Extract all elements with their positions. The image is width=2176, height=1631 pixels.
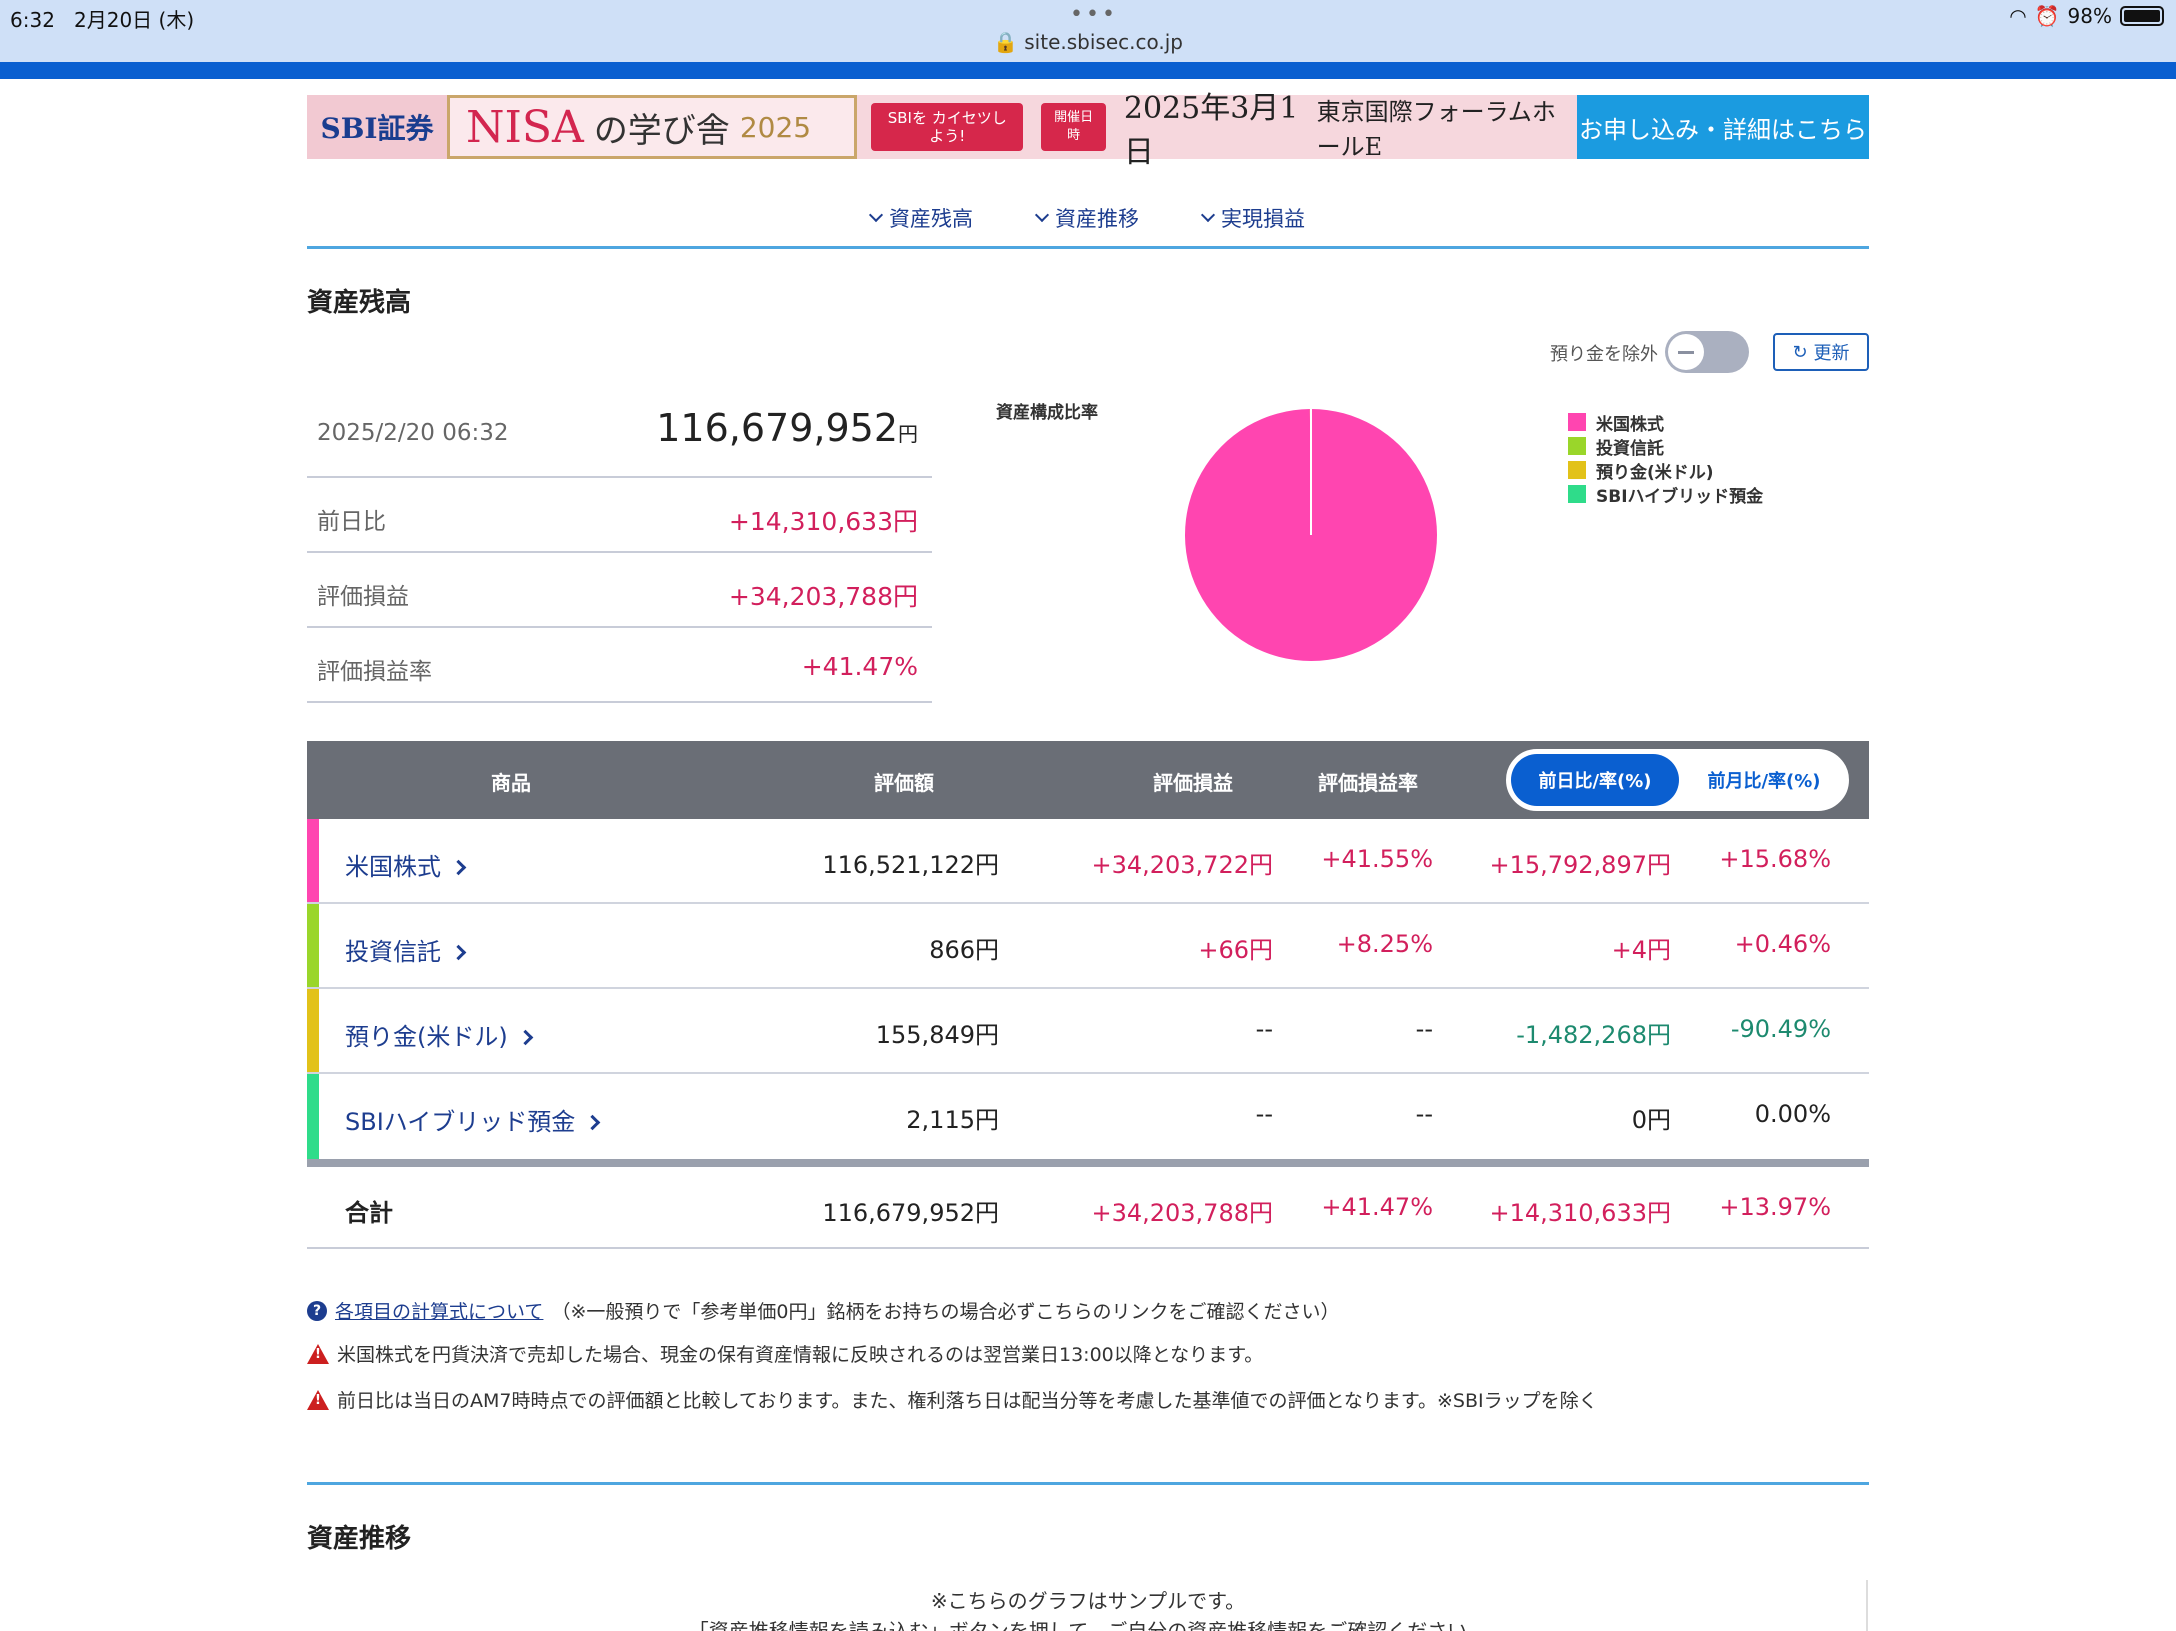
note-warning: 米国株式を円貨決済で売却した場合、現金の保有資産情報に反映されるのは翌営業日13… bbox=[307, 1340, 1263, 1367]
summary-row: 評価損益率 +41.47% bbox=[307, 628, 932, 703]
exclude-deposit-label: 預り金を除外 bbox=[1550, 344, 1658, 365]
chevron-right-icon bbox=[517, 1029, 534, 1046]
chart-border bbox=[1866, 1580, 1868, 1631]
chevron-down-icon bbox=[1200, 207, 1216, 223]
divider bbox=[307, 246, 1869, 249]
note-calc: ? 各項目の計算式について （※一般預りで「参考単価0円」銘柄をお持ちの場合必ず… bbox=[307, 1297, 1339, 1324]
status-right: ◠ ⏰ 98% bbox=[2009, 4, 2164, 28]
nav-asset-balance[interactable]: 資産残高 bbox=[868, 190, 973, 246]
table-total-separator bbox=[307, 1159, 1869, 1167]
chevron-right-icon bbox=[585, 1114, 601, 1131]
refresh-icon: ↻ bbox=[1792, 341, 1808, 363]
banner-date-tag: 開催日時 bbox=[1041, 103, 1106, 151]
summary-total: 116,679,952円 bbox=[656, 406, 918, 450]
table-row: 米国株式 116,521,122円 +34,203,722円 +41.55% +… bbox=[307, 819, 1869, 904]
pie-legend: 米国株式 投資信託 預り金(米ドル) SBIハイブリッド預金 bbox=[1568, 410, 1763, 507]
nisa-banner[interactable]: SBI証券 NISA の学び舎 2025 SBIを カイセツしよう! 開催日時 … bbox=[307, 91, 1869, 170]
legend-item: 投資信託 bbox=[1568, 434, 1763, 459]
tab-month-change[interactable]: 前月比/率(%) bbox=[1684, 754, 1844, 806]
nav-asset-trend[interactable]: 資産推移 bbox=[1034, 190, 1139, 246]
sample-instruction: 「資産推移情報を読み込む」ボタンを押して、ご自分の資産推移情報をご確認ください。 bbox=[688, 1619, 1488, 1631]
banner-venue: 東京国際フォーラムホールE bbox=[1316, 98, 1556, 161]
banner-cta-button[interactable]: お申し込み・詳細はこちら bbox=[1577, 95, 1869, 159]
refresh-button[interactable]: ↻ 更新 bbox=[1773, 333, 1869, 371]
status-time: 6:32 2月20日 (木) bbox=[10, 8, 195, 32]
section-title-balance: 資産残高 bbox=[307, 288, 412, 318]
summary-total-row: 2025/2/20 06:32 116,679,952円 bbox=[307, 400, 932, 478]
legend-item: 米国株式 bbox=[1568, 410, 1763, 435]
chevron-right-icon bbox=[450, 944, 467, 961]
warning-icon bbox=[307, 1389, 329, 1410]
summary-timestamp: 2025/2/20 06:32 bbox=[317, 420, 509, 446]
chevron-down-icon bbox=[868, 207, 884, 223]
alarm-icon: ⏰ bbox=[2034, 4, 2060, 28]
help-icon: ? bbox=[307, 1300, 327, 1321]
section-title-trend: 資産推移 bbox=[307, 1524, 412, 1554]
holding-link[interactable]: 預り金(米ドル) bbox=[345, 1017, 534, 1052]
nav-realized-pl[interactable]: 実現損益 bbox=[1200, 190, 1305, 246]
table-row: 預り金(米ドル) 155,849円 -- -- -1,482,268円 -90.… bbox=[307, 989, 1869, 1074]
holding-link[interactable]: 米国株式 bbox=[345, 847, 467, 882]
chevron-down-icon bbox=[1034, 207, 1050, 223]
address-bar[interactable]: 🔒 site.sbisec.co.jp bbox=[0, 30, 2176, 54]
summary-row: 前日比 +14,310,633円 bbox=[307, 478, 932, 553]
exclude-deposit-toggle[interactable] bbox=[1665, 331, 1749, 373]
battery-icon bbox=[2120, 6, 2164, 26]
banner-nisa: NISA の学び舎 2025 bbox=[447, 95, 857, 159]
summary-row: 評価損益 +34,203,788円 bbox=[307, 553, 932, 628]
tab-day-change[interactable]: 前日比/率(%) bbox=[1511, 754, 1679, 806]
holding-link[interactable]: SBIハイブリッド預金 bbox=[345, 1102, 601, 1137]
calc-formula-link[interactable]: 各項目の計算式について bbox=[335, 1297, 543, 1324]
divider bbox=[307, 1482, 1869, 1485]
note-warning: 前日比は当日のAM7時時点での評価額と比較しております。また、権利落ち日は配当分… bbox=[307, 1386, 1598, 1413]
warning-icon bbox=[307, 1343, 329, 1364]
legend-item: SBIハイブリッド預金 bbox=[1568, 482, 1763, 507]
banner-logo: SBI証券 bbox=[307, 95, 447, 159]
table-row: 投資信託 866円 +66円 +8.25% +4円 +0.46% bbox=[307, 904, 1869, 989]
holdings-table: 商品 評価額 評価損益 評価損益率 前日比/率(%) 前月比/率(%) 米国株式… bbox=[307, 741, 1869, 1249]
banner-date: 2025年3月1日 bbox=[1123, 91, 1299, 170]
table-row: SBIハイブリッド預金 2,115円 -- -- 0円 0.00% bbox=[307, 1074, 1869, 1159]
compare-toggle: 前日比/率(%) 前月比/率(%) bbox=[1506, 749, 1849, 811]
tab-dots-icon[interactable]: ••• bbox=[1070, 2, 1118, 27]
legend-item: 預り金(米ドル) bbox=[1568, 458, 1763, 483]
chevron-right-icon bbox=[450, 859, 467, 876]
battery-percent: 98% bbox=[2067, 4, 2112, 28]
holding-link[interactable]: 投資信託 bbox=[345, 932, 467, 967]
pie-title: 資産構成比率 bbox=[996, 403, 1098, 423]
section-nav: 資産残高 資産推移 実現損益 bbox=[307, 190, 1869, 246]
total-label: 合計 bbox=[345, 1199, 393, 1227]
wifi-icon: ◠ bbox=[2009, 4, 2027, 28]
banner-pill: SBIを カイセツしよう! bbox=[871, 103, 1024, 151]
header-strip bbox=[0, 62, 2176, 79]
status-bar: 6:32 2月20日 (木) ••• 🔒 site.sbisec.co.jp ◠… bbox=[0, 0, 2176, 62]
table-header: 商品 評価額 評価損益 評価損益率 前日比/率(%) 前月比/率(%) bbox=[307, 741, 1869, 819]
asset-composition-pie bbox=[1185, 409, 1437, 661]
sample-note: ※こちらのグラフはサンプルです。 bbox=[930, 1589, 1246, 1613]
table-total-row: 合計 116,679,952円 +34,203,788円 +41.47% +14… bbox=[307, 1167, 1869, 1249]
banner-info: SBIを カイセツしよう! 開催日時 2025年3月1日 東京国際フォーラムホー… bbox=[857, 91, 1577, 170]
